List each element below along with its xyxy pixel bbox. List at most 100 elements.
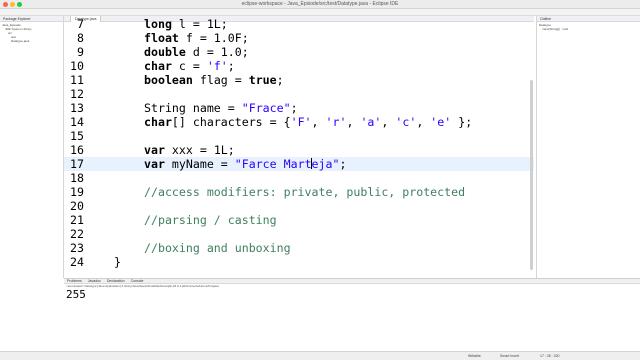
code-line[interactable]: 20 [64, 199, 534, 213]
code-line[interactable]: 10 char c = 'f'; [64, 59, 534, 73]
code-line[interactable]: 9 double d = 1.0; [64, 45, 534, 59]
console-tab-javadoc[interactable]: Javadoc [88, 279, 101, 283]
string-token: "Farce Mart [234, 157, 312, 171]
status-writable: Writable [468, 354, 481, 358]
line-number: 20 [70, 199, 84, 213]
code-line[interactable]: 15 [64, 129, 534, 143]
package-tree: Java_Episode JRE System Library src test Dat… [0, 22, 63, 44]
console-tab-declaration[interactable]: Declaration [107, 279, 125, 283]
title-bar: eclipse-workspace - Java_Episode/src/tes… [0, 0, 640, 9]
line-number: 8 [77, 31, 84, 45]
code-editor[interactable]: 7 long l = 1L; 8 float f = 1.0F; 9 double d =… [64, 17, 534, 278]
code-text: long l = 1L; [144, 17, 228, 31]
console-tab-problems[interactable]: Problems [67, 279, 82, 283]
code-text: var xxx = 1L; [144, 143, 235, 157]
code-token: } [114, 255, 121, 269]
code-line[interactable]: 21 //parsing / casting [64, 213, 534, 227]
code-line[interactable]: 11 boolean flag = true; [64, 73, 534, 87]
code-text: char c = 'f'; [144, 59, 235, 73]
editor-vertical-scrollbar[interactable] [530, 80, 533, 270]
outline-item[interactable]: main(String[]) : void [539, 27, 638, 31]
line-number: 24 [70, 255, 84, 269]
code-text: char[] characters = {'F', 'r', 'a', 'c',… [144, 115, 472, 129]
code-token: , [381, 115, 396, 129]
line-number: 22 [70, 227, 84, 241]
outline-pane: Outline Datatype main(String[]) : void [536, 16, 640, 278]
code-line[interactable]: 17 var myName = "Farce Marteja"; [64, 157, 534, 171]
code-line[interactable]: 22 [64, 227, 534, 241]
line-number: 18 [70, 171, 84, 185]
code-line[interactable]: 8 float f = 1.0F; [64, 31, 534, 45]
code-text: //parsing / casting [144, 213, 277, 227]
string-token: 'a' [360, 115, 382, 129]
line-number: 13 [70, 101, 84, 115]
code-line[interactable]: 24} [64, 255, 534, 269]
string-token: "Frace" [241, 101, 291, 115]
line-number: 10 [70, 59, 84, 73]
code-line[interactable]: 18 [64, 171, 534, 185]
string-token: 'e' [430, 115, 452, 129]
code-text: } [114, 255, 121, 269]
code-token: flag = [192, 73, 249, 87]
line-number: 15 [70, 129, 84, 143]
comment-token: //boxing and unboxing [144, 241, 291, 255]
code-token: d = 1.0; [185, 45, 249, 59]
code-token: [] characters = { [171, 115, 291, 129]
code-line[interactable]: 19 //access modifiers: private, public, p… [64, 185, 534, 199]
line-number: 7 [77, 17, 84, 31]
string-token: 'F' [290, 115, 312, 129]
keyword-token: char [144, 115, 172, 129]
console-output: 255 [66, 288, 86, 301]
line-number: 12 [70, 87, 84, 101]
code-token: ; [339, 157, 347, 171]
keyword-token: var [144, 143, 165, 157]
code-token: c = [171, 59, 207, 73]
line-number: 23 [70, 241, 84, 255]
line-number: 19 [70, 185, 84, 199]
string-token: 'r' [325, 115, 347, 129]
line-number: 14 [70, 115, 84, 129]
code-line[interactable]: 12 [64, 87, 534, 101]
string-token: 'c' [395, 115, 417, 129]
code-token: myName = [164, 157, 235, 171]
code-token: , [416, 115, 431, 129]
code-line[interactable]: 14 char[] characters = {'F', 'r', 'a', 'c… [64, 115, 534, 129]
code-token: String name = [144, 101, 242, 115]
keyword-token: double [144, 45, 186, 59]
code-line[interactable]: 7 long l = 1L; [64, 17, 534, 31]
console-tab-console[interactable]: Console [131, 279, 144, 283]
line-number: 16 [70, 143, 84, 157]
string-token: 'f' [206, 59, 228, 73]
keyword-token: true [248, 73, 277, 87]
line-number: 11 [70, 73, 84, 87]
code-token: l = 1L; [171, 17, 228, 31]
code-line[interactable]: 16 var xxx = 1L; [64, 143, 534, 157]
code-text: //boxing and unboxing [144, 241, 291, 255]
code-token: ; [290, 101, 298, 115]
outline-tree: Datatype main(String[]) : void [537, 22, 640, 32]
code-token: ; [227, 59, 235, 73]
package-tree-item[interactable]: Datatype.java [2, 39, 61, 43]
code-token: ; [276, 73, 284, 87]
keyword-token: char [144, 59, 172, 73]
keyword-token: boolean [144, 73, 193, 87]
code-token: }; [451, 115, 473, 129]
package-explorer-pane: Package Explorer Java_Episode JRE System … [0, 16, 64, 278]
code-text: String name = "Frace"; [144, 101, 298, 115]
code-text: var myName = "Farce Marteja"; [144, 157, 346, 171]
code-line[interactable]: 13 String name = "Frace"; [64, 101, 534, 115]
line-number: 21 [70, 213, 84, 227]
console-view[interactable]: 255 [64, 289, 640, 351]
status-bar: Writable Smart Insert 17 : 35 : 320 [0, 351, 640, 360]
keyword-token: long [144, 17, 172, 31]
line-number: 9 [77, 45, 84, 59]
main-toolbar [0, 9, 640, 16]
code-token: f = 1.0F; [178, 31, 249, 45]
line-number: 17 [70, 157, 84, 171]
string-token: eja" [311, 157, 340, 171]
code-text: //access modifiers: private, public, pro… [144, 185, 465, 199]
code-line[interactable]: 23 //boxing and unboxing [64, 241, 534, 255]
code-text: double d = 1.0; [144, 45, 249, 59]
code-token: , [311, 115, 326, 129]
code-text: float f = 1.0F; [144, 31, 249, 45]
